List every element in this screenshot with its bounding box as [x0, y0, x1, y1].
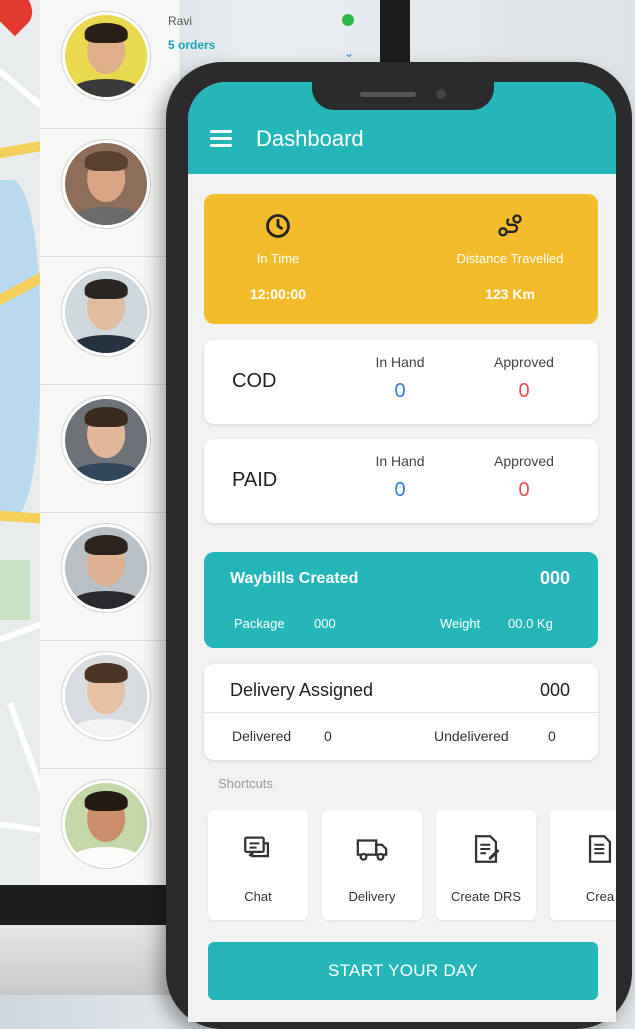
avatar — [62, 268, 150, 356]
avatar — [62, 12, 150, 100]
contact-item[interactable] — [40, 640, 180, 769]
shortcut-create-drs[interactable]: Create DRS — [436, 810, 536, 920]
cod-approved-value: 0 — [518, 380, 530, 402]
contact-info: Ravi 5 orders — [168, 14, 215, 52]
waybills-title: Waybills Created — [230, 570, 359, 587]
delivery-card[interactable]: Delivery Assigned 000 Delivered 0 Undeli… — [204, 664, 598, 760]
page-title: Dashboard — [256, 126, 364, 151]
phone-frame: Dashboard In Time 12:00:00 Distance Trav… — [166, 62, 632, 1029]
cod-in-hand: In Hand 0 — [360, 354, 440, 403]
start-your-day-button[interactable]: START YOUR DAY — [208, 942, 598, 1000]
paid-approved-label: Approved — [494, 453, 554, 469]
in-time-value: 12:00:00 — [249, 286, 307, 302]
truck-icon — [356, 839, 388, 861]
contact-item[interactable] — [40, 128, 180, 257]
distance-block: Distance Travelled 123 Km — [430, 212, 590, 302]
contact-item[interactable] — [40, 384, 180, 513]
divider — [204, 712, 598, 713]
shortcut-label: Chat — [244, 889, 272, 904]
paid-approved-value: 0 — [518, 479, 530, 501]
waybills-card[interactable]: Waybills Created 000 Package 000 Weight … — [204, 552, 598, 648]
distance-value: 123 Km — [485, 286, 535, 302]
paid-in-hand-label: In Hand — [375, 453, 425, 469]
undelivered-label: Undelivered — [434, 728, 509, 744]
delivered-value: 0 — [324, 728, 332, 744]
chevron-down-icon[interactable]: ⌄ — [344, 46, 354, 60]
shortcut-label: Delivery — [348, 889, 396, 904]
delivery-count: 000 — [539, 680, 570, 700]
avatar — [62, 524, 150, 612]
avatar — [62, 396, 150, 484]
route-icon — [498, 214, 522, 237]
hamburger-icon[interactable] — [210, 130, 232, 148]
contact-item[interactable] — [40, 768, 180, 896]
package-value: 000 — [314, 616, 336, 631]
paid-title: PAID — [232, 469, 278, 491]
shortcut-label: Crea — [585, 889, 615, 904]
contact-item[interactable] — [40, 512, 180, 641]
shortcut-chat[interactable]: Chat — [208, 810, 308, 920]
delivery-title: Delivery Assigned — [230, 680, 374, 700]
cod-title: COD — [232, 370, 277, 392]
shortcut-delivery[interactable]: Delivery — [322, 810, 422, 920]
time-card: In Time 12:00:00 Distance Travelled 123 … — [204, 194, 598, 324]
delivered-label: Delivered — [232, 728, 292, 744]
contact-item[interactable] — [40, 256, 180, 385]
shortcut-label: Create DRS — [450, 889, 522, 904]
laptop-contact-list: Ravi 5 orders ⌄ — [40, 0, 354, 885]
online-status-icon — [342, 14, 354, 26]
cod-approved-label: Approved — [494, 354, 554, 370]
phone-screen: Dashboard In Time 12:00:00 Distance Trav… — [188, 82, 616, 1022]
avatar — [62, 140, 150, 228]
cod-approved: Approved 0 — [484, 354, 564, 403]
paid-approved: Approved 0 — [484, 453, 564, 502]
in-time-block: In Time 12:00:00 — [228, 212, 328, 302]
cod-in-hand-value: 0 — [394, 380, 406, 402]
weight-label: Weight — [440, 616, 481, 631]
chat-icon — [244, 836, 270, 858]
clock-icon — [266, 214, 290, 238]
paid-in-hand: In Hand 0 — [360, 453, 440, 502]
undelivered-value: 0 — [548, 728, 556, 744]
document-edit-icon — [474, 835, 500, 863]
shortcut-create[interactable]: Crea — [550, 810, 616, 920]
contact-name: Ravi — [168, 14, 193, 28]
contact-item[interactable] — [40, 0, 180, 129]
map-pin-icon — [0, 0, 41, 37]
contact-orders: 5 orders — [168, 38, 216, 52]
weight-value: 00.0 Kg — [508, 616, 553, 631]
paid-card: PAID In Hand 0 Approved 0 — [204, 439, 598, 523]
distance-label: Distance Travelled — [456, 251, 564, 266]
package-label: Package — [234, 616, 285, 631]
phone-notch — [312, 82, 494, 110]
laptop-bezel — [380, 0, 410, 62]
avatar — [62, 780, 150, 868]
cod-card: COD In Hand 0 Approved 0 — [204, 340, 598, 424]
cod-in-hand-label: In Hand — [375, 354, 425, 370]
document-icon — [588, 835, 612, 863]
shortcuts-label: Shortcuts — [218, 776, 273, 791]
avatar — [62, 652, 150, 740]
paid-in-hand-value: 0 — [394, 479, 406, 501]
waybills-count: 000 — [539, 568, 570, 588]
in-time-label: In Time — [256, 251, 300, 266]
